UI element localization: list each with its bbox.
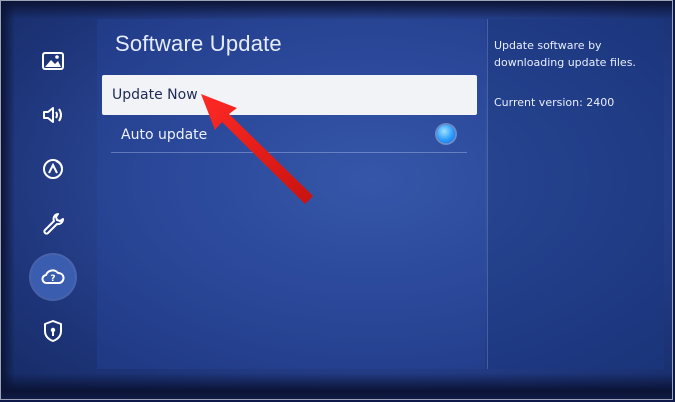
sound-icon — [43, 107, 62, 123]
svg-text:?: ? — [50, 274, 55, 284]
rail-item-network[interactable] — [31, 147, 75, 191]
info-panel — [487, 19, 664, 369]
annotation-arrow-icon — [201, 94, 313, 204]
screen-edge-bottom — [1, 373, 672, 399]
screen-edge-left — [1, 1, 15, 399]
picture-icon — [42, 52, 64, 70]
auto-update-toggle[interactable] — [437, 125, 455, 143]
info-description: Update software by downloading update fi… — [494, 39, 636, 69]
rail-item-privacy[interactable] — [31, 309, 75, 353]
page-title: Software Update — [115, 31, 282, 56]
current-version: Current version: 2400 — [494, 96, 615, 109]
network-icon — [43, 159, 63, 179]
rail-item-support[interactable]: ? — [31, 255, 75, 299]
screen-edge-top — [1, 1, 672, 19]
tv-screen: ? Software Update Update Now Auto update… — [0, 0, 673, 400]
privacy-shield-icon — [44, 320, 62, 342]
rail-item-picture[interactable] — [31, 39, 75, 83]
support-cloud-icon: ? — [41, 269, 65, 284]
update-now-label: Update Now — [112, 87, 198, 103]
rail-item-general[interactable] — [31, 201, 75, 245]
rail-item-sound[interactable] — [31, 93, 75, 137]
settings-category-rail: ? — [23, 31, 85, 361]
wrench-icon — [43, 213, 64, 235]
